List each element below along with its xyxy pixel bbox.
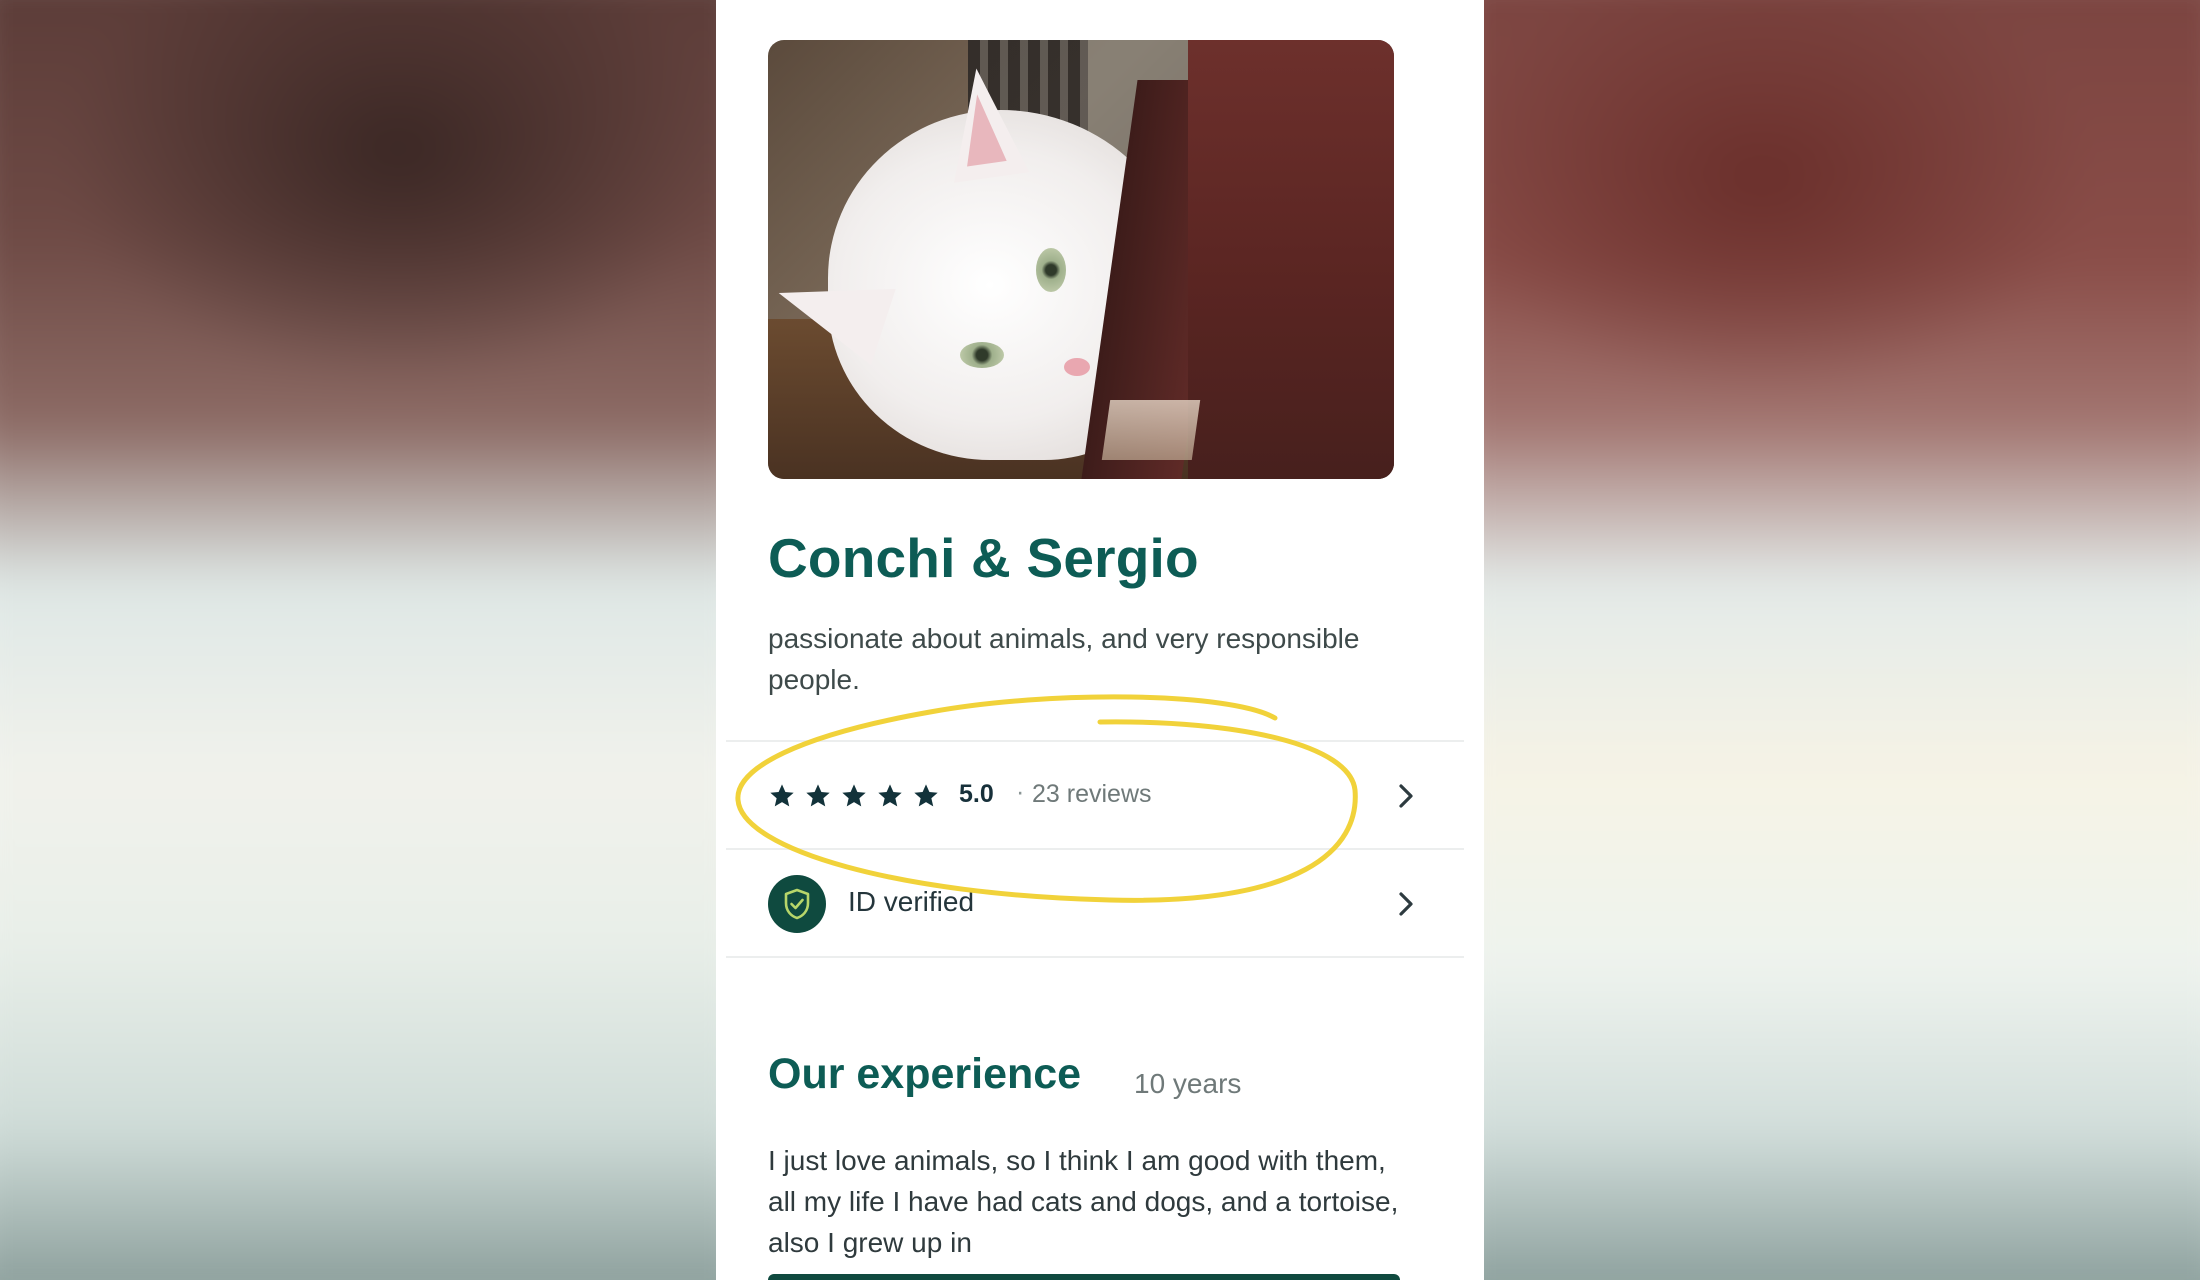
blurred-backdrop-left [0,0,717,1280]
chevron-right-icon [1399,892,1413,916]
divider [726,956,1464,958]
shield-check-icon [784,888,810,920]
star-icon [842,784,866,807]
profile-photo[interactable] [768,40,1394,479]
verified-badge [768,875,826,933]
star-icon [914,784,938,807]
review-count: 23 reviews [1032,780,1152,808]
rating-score: 5.0 [959,780,994,808]
chevron-right-icon [1399,784,1413,808]
star-icon [806,784,830,807]
star-icon [770,784,794,807]
experience-years: 10 years [1134,1068,1242,1099]
bottom-action-bar[interactable] [768,1274,1400,1280]
separator-dot: · [1016,778,1025,806]
reviews-row[interactable]: 5.0 · 23 reviews [726,744,1464,848]
star-icon [878,784,902,807]
profile-screen: Conchi & Sergio passionate about animals… [716,0,1484,1280]
divider [726,740,1464,742]
blurred-backdrop-right [1483,0,2200,1280]
divider [726,848,1464,850]
id-verified-label: ID verified [848,886,975,917]
experience-heading: Our experience [768,1050,1082,1098]
star-rating [768,782,940,810]
profile-bio: passionate about animals, and very respo… [768,623,1360,695]
experience-text: I just love animals, so I think I am goo… [768,1145,1399,1258]
profile-name: Conchi & Sergio [768,527,1199,589]
id-verified-row[interactable]: ID verified [726,852,1464,956]
